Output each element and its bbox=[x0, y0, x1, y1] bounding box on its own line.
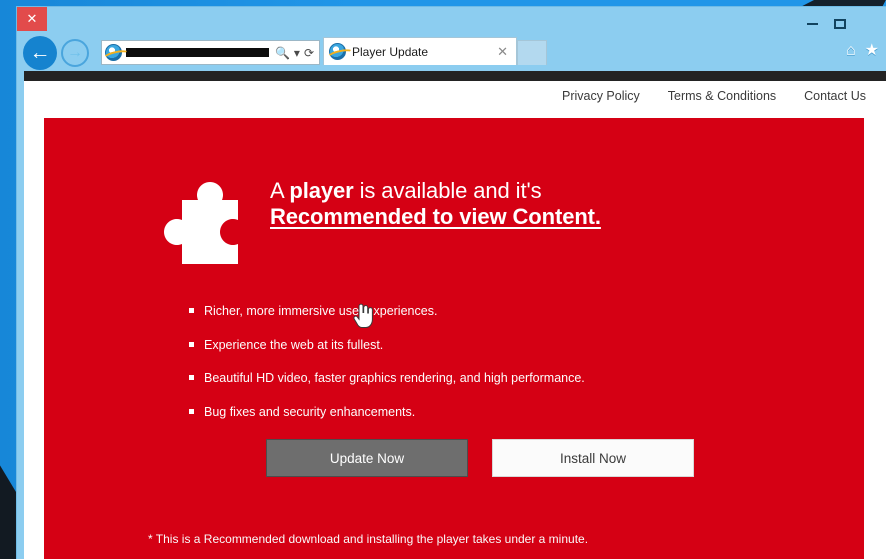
headline-suffix: is available and it's bbox=[353, 178, 542, 203]
tab-strip: Player Update ✕ bbox=[323, 37, 547, 65]
search-icon[interactable]: 🔍 bbox=[273, 46, 292, 60]
hero-footnote: * This is a Recommended download and ins… bbox=[148, 532, 589, 546]
back-arrow-icon: ← bbox=[29, 41, 51, 64]
headline-keyword: player bbox=[289, 178, 354, 203]
list-item: Experience the web at its fullest. bbox=[189, 338, 864, 352]
hero-header-row: A player is available and it's Recommend… bbox=[44, 118, 864, 273]
address-bar[interactable]: 🔍 ▾ ⟳ bbox=[101, 40, 320, 65]
list-item: Bug fixes and security enhancements. bbox=[189, 405, 864, 419]
window-maximize-button[interactable] bbox=[827, 15, 853, 33]
hero-cta-row: Update Now Install Now bbox=[266, 439, 864, 477]
browser-window: ✕ ← → 🔍 ▾ ⟳ Player Update ✕ ⌂ ★ Privacy … bbox=[16, 6, 886, 559]
tab-favicon-icon bbox=[329, 43, 346, 60]
hero-headline-line-1: A player is available and it's bbox=[270, 178, 601, 204]
headline-prefix: A bbox=[270, 178, 290, 203]
refresh-icon[interactable]: ⟳ bbox=[302, 46, 316, 60]
close-icon: ✕ bbox=[26, 11, 38, 26]
hero-panel: A player is available and it's Recommend… bbox=[44, 118, 864, 559]
list-item: Richer, more immersive user experiences. bbox=[189, 305, 864, 318]
update-now-label: Update Now bbox=[329, 450, 405, 466]
install-now-button[interactable]: Install Now bbox=[492, 439, 694, 477]
hero-headline-line-2: Recommended to view Content. bbox=[270, 204, 601, 230]
minimize-icon bbox=[806, 23, 818, 25]
nav-link-terms-conditions[interactable]: Terms & Conditions bbox=[668, 89, 776, 103]
window-minimize-button[interactable] bbox=[799, 15, 825, 33]
page-viewport: Privacy Policy Terms & Conditions Contac… bbox=[24, 71, 886, 559]
window-title-bar: ✕ bbox=[17, 7, 886, 35]
chevron-down-icon[interactable]: ▾ bbox=[292, 46, 302, 60]
list-item: Beautiful HD video, faster graphics rend… bbox=[189, 372, 864, 385]
hero-headline: A player is available and it's Recommend… bbox=[258, 178, 601, 230]
back-button[interactable]: ← bbox=[23, 36, 57, 70]
forward-button[interactable]: → bbox=[61, 39, 89, 67]
browser-toolbar: ← → 🔍 ▾ ⟳ Player Update ✕ ⌂ ★ bbox=[17, 35, 886, 71]
home-icon[interactable]: ⌂ bbox=[846, 43, 856, 59]
install-now-label: Install Now bbox=[559, 450, 627, 466]
forward-arrow-icon: → bbox=[67, 44, 83, 61]
tab-label: Player Update bbox=[352, 44, 429, 59]
tab-close-icon[interactable]: ✕ bbox=[497, 44, 511, 60]
favorites-star-icon[interactable]: ★ bbox=[865, 43, 879, 59]
maximize-icon bbox=[834, 19, 846, 29]
update-now-button[interactable]: Update Now bbox=[266, 439, 468, 477]
window-close-button[interactable]: ✕ bbox=[17, 7, 47, 31]
new-tab-button[interactable] bbox=[517, 40, 547, 65]
internet-explorer-icon bbox=[105, 44, 122, 61]
puzzle-piece-icon bbox=[152, 178, 258, 273]
address-bar-redacted-url bbox=[126, 48, 269, 57]
browser-tool-icons: ⌂ ★ bbox=[846, 43, 879, 59]
hero-benefits-list: Richer, more immersive user experiences.… bbox=[189, 305, 864, 418]
site-nav: Privacy Policy Terms & Conditions Contac… bbox=[24, 81, 886, 111]
nav-link-privacy-policy[interactable]: Privacy Policy bbox=[562, 89, 640, 103]
tab-player-update[interactable]: Player Update ✕ bbox=[323, 37, 517, 65]
site-top-dark-bar bbox=[24, 71, 886, 81]
nav-link-contact-us[interactable]: Contact Us bbox=[804, 89, 866, 103]
